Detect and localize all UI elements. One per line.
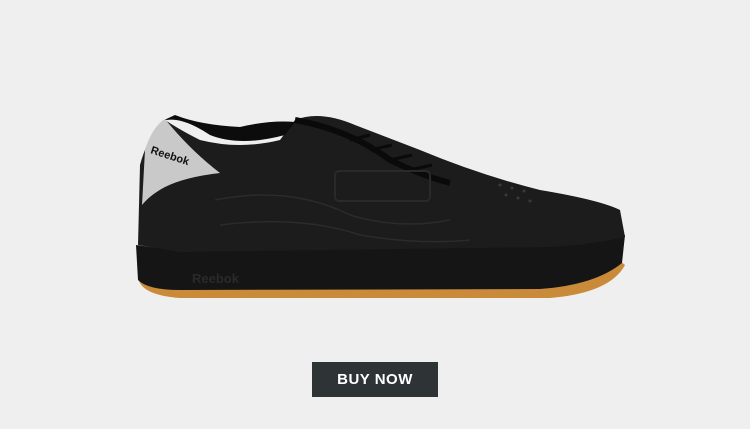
midsole-brand-text: Reebok bbox=[192, 271, 240, 286]
buy-now-button[interactable]: BUY NOW bbox=[312, 362, 438, 397]
sneaker-image: Reebok Reebok bbox=[136, 115, 625, 298]
product-card: Reebok Reebok BUY NOW bbox=[0, 0, 750, 429]
sneaker-upper bbox=[138, 116, 625, 252]
